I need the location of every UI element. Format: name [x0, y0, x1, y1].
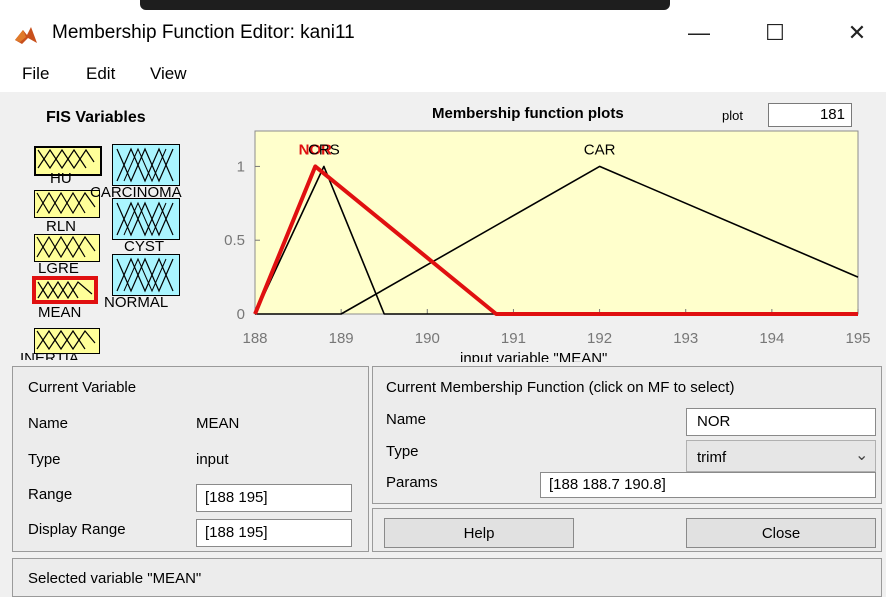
x-tick-label: 195	[845, 330, 870, 347]
current-mf-header: Current Membership Function (click on MF…	[386, 379, 735, 396]
close-button[interactable]: Close	[686, 518, 876, 548]
mf-name-input[interactable]: NOR	[686, 408, 876, 436]
var-range-label: Range	[28, 486, 73, 503]
x-tick-label: 194	[759, 330, 784, 347]
var-name-value: MEAN	[196, 415, 240, 432]
current-variable-header: Current Variable	[28, 379, 137, 396]
y-tick-label: 1	[237, 158, 245, 175]
mf-type-value: trimf	[697, 449, 727, 466]
x-axis-label: input variable "MEAN"	[460, 351, 608, 362]
x-tick-label: 188	[242, 330, 267, 347]
y-tick-label: 0.5	[224, 232, 245, 249]
mf-type-select[interactable]: trimf ⌄	[686, 440, 876, 472]
chevron-down-icon: ⌄	[855, 447, 869, 464]
help-button[interactable]: Help	[384, 518, 574, 548]
mf-name-label: Name	[386, 411, 427, 428]
x-tick-label: 191	[501, 330, 526, 347]
mf-params-input[interactable]: [188 188.7 190.8]	[540, 472, 876, 498]
plot-area	[254, 130, 859, 315]
x-tick-label: 189	[329, 330, 354, 347]
var-type-label: Type	[28, 451, 61, 468]
x-tick-label: 190	[415, 330, 440, 347]
mf-type-label: Type	[386, 443, 419, 460]
var-type-value: input	[196, 451, 229, 468]
x-tick-label: 192	[587, 330, 612, 347]
x-axis-label-clip: input variable "MEAN"	[0, 351, 886, 362]
var-display-range-label: Display Range	[28, 521, 126, 538]
range-input[interactable]: [188 195]	[196, 484, 352, 512]
status-text: Selected variable "MEAN"	[28, 570, 202, 587]
mf-label-crs: CRS	[308, 141, 340, 158]
display-range-input[interactable]: [188 195]	[196, 519, 352, 547]
y-tick-label: 0	[237, 306, 245, 323]
mf-params-label: Params	[386, 474, 438, 491]
membership-function-chart[interactable]: 188 189 190 191 192 193 194 19500.51 NORCRS CAR	[0, 0, 886, 362]
x-tick-label: 193	[673, 330, 698, 347]
var-name-label: Name	[28, 415, 69, 432]
mf-label-car: CAR	[584, 141, 616, 158]
